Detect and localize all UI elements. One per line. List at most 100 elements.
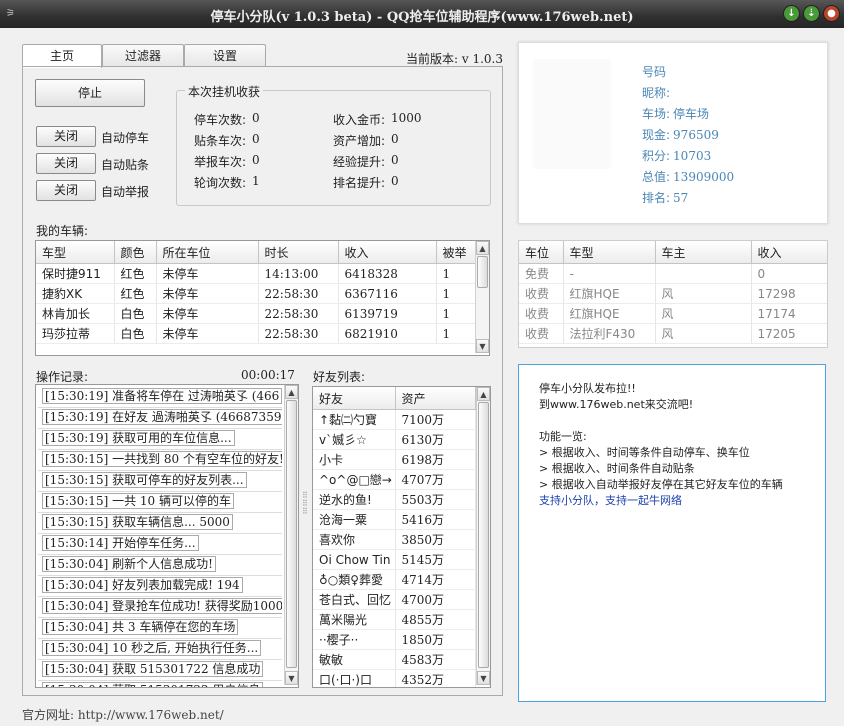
friend-row[interactable]: ^o^@□戀→ 4707万 [313,469,476,490]
friend-cell: 4855万 [395,609,476,630]
car-cell: 1 [436,303,477,324]
parking-spot-column-header[interactable]: 车型 [563,241,656,264]
car-row[interactable]: 林肯加长 白色 未停车 22:58:30 6139719 1 [36,303,477,324]
friend-row[interactable]: 逆水的鱼! 5503万 [313,489,476,510]
log-title: 操作记录: [36,370,89,384]
stat-value: 0 [252,111,260,125]
parking-spot-row[interactable]: 免费 - 0 [519,263,827,284]
car-column-header[interactable]: 颜色 [114,241,157,264]
tab-home[interactable]: 主页 [22,44,102,68]
friend-row[interactable]: 敏敏 4583万 [313,649,476,670]
friend-row[interactable]: 喜欢你 3850万 [313,529,476,550]
car-row[interactable]: 玛莎拉蒂 白色 未停车 22:58:30 6821910 1 [36,323,477,344]
parking-spot-cell: - [563,263,656,284]
friend-cell: 1850万 [395,629,476,650]
friend-cell: 6198万 [395,449,476,470]
log-entry: [15:30:15] 获取可停车的好友列表... [38,471,282,492]
minimize-icon[interactable]: ↓ [783,5,800,22]
stat-value: 0 [391,153,399,167]
car-column-header[interactable]: 所在车位 [156,241,259,264]
my-cars-scrollbar[interactable]: ▲ ▼ [475,241,489,353]
friend-column-header[interactable]: 好友 [313,387,396,410]
friend-row[interactable]: ··樱子·· 1850万 [313,629,476,650]
splitter-grip-icon[interactable]: ⠿ ⠿ ⠿ [302,492,308,524]
scroll-up-icon[interactable]: ▲ [285,385,298,399]
auto-park-toggle-button[interactable]: 关闭 [36,126,96,147]
friend-row[interactable]: ↑黏㈡勺寶 7100万 [313,409,476,430]
log-entry-text: [15:30:19] 获取可用的车位信息... [42,430,235,446]
log-entry-text: [15:30:15] 一共 10 辆可以停的车 [42,493,234,509]
scroll-thumb[interactable] [286,400,297,668]
parking-spot-row[interactable]: 收费 法拉利F430 风 17205 [519,323,827,344]
close-icon[interactable]: ● [823,5,840,22]
parking-spot-column-header[interactable]: 车主 [655,241,752,264]
profile-field-value: 停车场 [673,107,710,121]
auto-report-toggle-button[interactable]: 关闭 [36,180,96,201]
car-column-header[interactable]: 时长 [258,241,339,264]
car-row[interactable]: 捷豹XK 红色 未停车 22:58:30 6367116 1 [36,283,477,304]
car-cell: 红色 [114,263,157,284]
car-cell: 22:58:30 [258,283,339,304]
log-scrollbar[interactable]: ▲ ▼ [284,385,298,685]
parking-spot-cell: 风 [655,283,752,304]
official-site-label[interactable]: 官方网址: http://www.176web.net/ [22,706,224,723]
parking-spot-cell: 17174 [751,303,827,324]
scroll-down-icon[interactable]: ▼ [477,671,490,685]
parking-spot-cell [655,263,752,284]
friends-table[interactable]: 好友 资产 ↑黏㈡勺寶 7100万 v`媙彡☆ 6130万 小卡 6198万 ^o^@□戀→ 4… [312,386,491,688]
profile-field: 车场: 停车场 [642,105,709,122]
scroll-thumb[interactable] [478,402,489,668]
parking-spot-column-header[interactable]: 收入 [751,241,827,264]
friend-row[interactable]: 小卡 6198万 [313,449,476,470]
friend-row[interactable]: 沧海一粟 5416万 [313,509,476,530]
friends-scrollbar[interactable]: ▲ ▼ [476,387,490,685]
profile-field-label: 号码 [642,65,667,79]
scroll-thumb[interactable] [477,256,488,288]
car-column-header[interactable]: 被举 [436,241,477,264]
stop-button[interactable]: 停止 [35,79,145,107]
my-cars-table[interactable]: 车型 颜色 所在车位 时长 收入 被举 保时捷911 红色 未停车 14:13:00 641832… [35,240,490,356]
support-link[interactable]: 支持小分队，支持一起牛网络 [539,493,825,509]
log-entry-text: [15:30:04] 10 秒之后, 开始执行任务... [42,640,262,656]
log-entry: [15:30:15] 获取车辆信息... 5000 [38,513,282,534]
friend-row[interactable]: 苍白式、回忆 4700万 [313,589,476,610]
stat-value: 1000 [391,111,422,125]
friend-row[interactable]: v`媙彡☆ 6130万 [313,429,476,450]
friend-cell: ♁○類♀葬愛 [313,569,396,590]
announcement-line: > 根据收入自动举报好友停在其它好友车位的车辆 [539,478,783,491]
log-entry-text: [15:30:15] 一共找到 80 个有空车位的好友! [42,451,282,467]
friend-cell: 4700万 [395,589,476,610]
car-row[interactable]: 保时捷911 红色 未停车 14:13:00 6418328 1 [36,263,477,284]
title-bar[interactable]: ⚞ 停车小分队(v 1.0.3 beta) - QQ抢车位辅助程序(www.17… [0,0,844,28]
profile-field: 现金: 976509 [642,126,719,143]
tab-settings[interactable]: 设置 [184,44,266,67]
restore-icon[interactable]: ⇣ [803,5,820,22]
friend-row[interactable]: 萬米陽光 4855万 [313,609,476,630]
scroll-down-icon[interactable]: ▼ [285,671,298,685]
parking-spot-column-header[interactable]: 车位 [519,241,564,264]
auto-ticket-toggle-button[interactable]: 关闭 [36,153,96,174]
stat-value: 1 [252,174,260,188]
car-cell: 红色 [114,283,157,304]
friend-column-header[interactable]: 资产 [395,387,476,410]
profile-field-value: 57 [673,191,689,205]
car-column-header[interactable]: 收入 [338,241,437,264]
friend-cell: 3850万 [395,529,476,550]
friend-cell: 苍白式、回忆 [313,589,396,610]
scroll-down-icon[interactable]: ▼ [476,339,489,353]
friend-row[interactable]: 口(·口·)口 4352万 [313,669,476,687]
log-list[interactable]: [15:30:19] 准备将车停在 过涛啪英孓 (466 [15:30:19] 在… [35,384,299,688]
announcement-line: 停车小分队发布拉!! [539,382,636,395]
car-cell: 未停车 [156,263,259,284]
profile-field-label: 车场: [642,107,671,121]
tab-filter[interactable]: 过滤器 [102,44,184,67]
parking-spot-row[interactable]: 收费 红旗HQE 风 17298 [519,283,827,304]
car-column-header[interactable]: 车型 [36,241,115,264]
friend-row[interactable]: Oi Chow Tin 5145万 [313,549,476,570]
scroll-up-icon[interactable]: ▲ [476,241,489,255]
auto-park-label: 自动停车 [101,131,150,145]
parking-spot-row[interactable]: 收费 红旗HQE 风 17174 [519,303,827,324]
scroll-up-icon[interactable]: ▲ [477,387,490,401]
friend-row[interactable]: ♁○類♀葬愛 4714万 [313,569,476,590]
parking-spots-table[interactable]: 车位 车型 车主 收入 免费 -0 收费 红旗HQE 风 17298 收费 红旗HQE 风 17174 收… [518,240,828,348]
